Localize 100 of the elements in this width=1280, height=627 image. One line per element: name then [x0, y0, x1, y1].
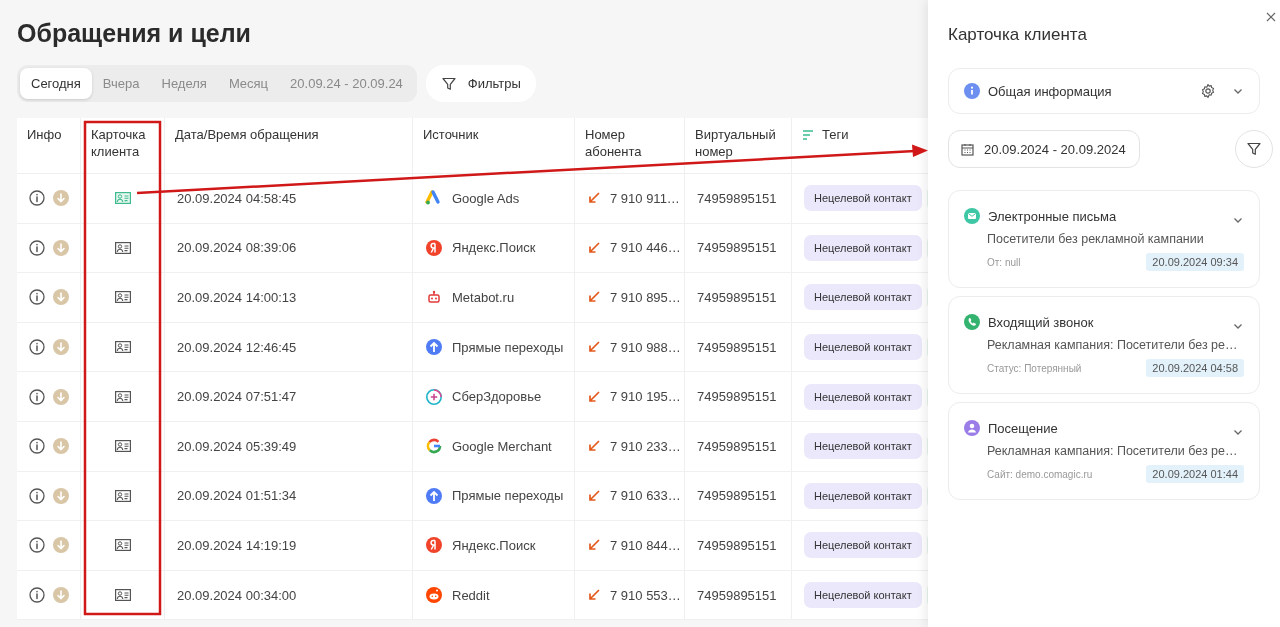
- source-name: СберЗдоровье: [452, 389, 542, 405]
- info-icon[interactable]: [29, 438, 45, 455]
- incoming-call-arrow-icon: [587, 488, 601, 503]
- tag: Нецелевой контакт: [804, 334, 922, 361]
- event-card[interactable]: Посещение Рекламная кампания: Посетители без ре… Сайт: demo.comagic.ru 20.09.2024 01:44: [948, 402, 1260, 500]
- plus-ring-icon: [425, 387, 443, 406]
- info-icon[interactable]: [29, 190, 45, 207]
- column-header: Номер абонента: [585, 126, 643, 160]
- phone-number: 7 910 233…: [610, 438, 681, 454]
- virtual-number: 74959895151: [697, 240, 777, 256]
- virtual-number: 74959895151: [697, 438, 777, 454]
- source-name: Reddit: [452, 587, 490, 603]
- date-time-cell: 20.09.2024 01:51:34: [177, 488, 297, 504]
- column-header: Инфо: [27, 126, 62, 143]
- source-name: Metabot.ru: [452, 290, 515, 305]
- up-arrow-circle-icon: [425, 338, 443, 357]
- tag: Нецелевой контакт: [804, 383, 922, 410]
- event-meta: Сайт: demo.comagic.ru: [987, 468, 1093, 480]
- incoming-call-arrow-icon: [587, 389, 601, 404]
- page-title: Обращения и цели: [17, 18, 251, 49]
- source-name: Яндекс.Поиск: [452, 240, 536, 256]
- client-card-icon[interactable]: [114, 390, 131, 403]
- phone-number: 7 910 911…: [610, 190, 680, 206]
- tag: Нецелевой контакт: [804, 185, 922, 212]
- calendar-icon: [961, 142, 974, 156]
- up-arrow-circle-icon: [425, 486, 443, 505]
- envelope-icon: [964, 208, 980, 224]
- tag: Нецелевой контакт: [804, 234, 922, 261]
- virtual-number: 74959895151: [697, 537, 777, 553]
- client-card-icon[interactable]: [114, 489, 131, 502]
- phone-number: 7 910 633…: [610, 488, 681, 504]
- event-meta: От: null: [987, 256, 1021, 268]
- source-name: Google Ads: [452, 190, 520, 206]
- info-icon[interactable]: [29, 289, 45, 306]
- event-description: Посетители без рекламной кампании: [987, 232, 1205, 246]
- date-time-cell: 20.09.2024 07:51:47: [177, 389, 297, 405]
- info-icon[interactable]: [29, 537, 45, 554]
- incoming-call-arrow-icon: [587, 290, 601, 305]
- event-date: 20.09.2024 01:44: [1146, 465, 1244, 483]
- filter-icon: [1246, 141, 1262, 157]
- event-meta: Статус: Потерянный: [987, 362, 1082, 374]
- client-card-icon[interactable]: [114, 440, 131, 453]
- filter-icon: [440, 75, 457, 92]
- close-button[interactable]: [1264, 10, 1278, 24]
- virtual-number: 74959895151: [697, 339, 777, 355]
- date-time-cell: 20.09.2024 14:00:13: [177, 290, 297, 305]
- info-icon[interactable]: [29, 339, 45, 356]
- column-header: Источник: [423, 126, 479, 143]
- client-card-icon[interactable]: [114, 241, 131, 254]
- date-time-cell: 20.09.2024 00:34:00: [177, 587, 297, 603]
- phone-number: 7 910 844…: [610, 537, 681, 553]
- period-tab[interactable]: Сегодня: [20, 68, 92, 99]
- event-card[interactable]: Электронные письма Посетители без рекламной кампании От: null 20.09.2024 09:34: [948, 190, 1260, 288]
- event-title: Электронные письма: [988, 208, 1118, 224]
- client-card-icon[interactable]: [114, 341, 131, 354]
- client-card-icon[interactable]: [114, 291, 131, 304]
- filter-button[interactable]: [1235, 130, 1273, 168]
- phone-number: 7 910 895…: [610, 290, 681, 305]
- tag: Нецелевой контакт: [804, 532, 922, 559]
- phone-number: 7 910 988…: [610, 339, 681, 355]
- letter-logo-icon: [425, 238, 443, 257]
- client-card-icon[interactable]: [114, 589, 131, 602]
- client-card-icon[interactable]: [114, 539, 131, 552]
- date-range-field[interactable]: 20.09.2024 - 20.09.2024: [948, 130, 1140, 168]
- incoming-call-arrow-icon: [587, 439, 601, 454]
- virtual-number: 74959895151: [697, 587, 777, 603]
- date-time-cell: 20.09.2024 08:39:06: [177, 240, 297, 256]
- phone-icon: [964, 314, 980, 330]
- column-header: Виртуальный номер: [695, 126, 777, 160]
- incoming-call-arrow-icon: [587, 340, 601, 355]
- date-time-cell: 20.09.2024 04:58:45: [177, 190, 297, 206]
- date-time-cell: 20.09.2024 14:19:19: [177, 537, 297, 553]
- settings-icon[interactable]: [1200, 83, 1216, 99]
- alien-face-icon: [425, 586, 443, 605]
- event-date: 20.09.2024 09:34: [1146, 253, 1244, 271]
- date-range-value: 20.09.2024 - 20.09.2024: [984, 141, 1126, 157]
- source-name: Прямые переходы: [452, 488, 564, 504]
- tag: Нецелевой контакт: [804, 284, 922, 311]
- info-icon[interactable]: [29, 587, 45, 604]
- general-info-section[interactable]: Общая информация: [948, 68, 1260, 114]
- event-card[interactable]: Входящий звонок Рекламная кампания: Посетители без ре… Статус: Потерянный 20.09.2024 04:58: [948, 296, 1260, 394]
- multicolor-ring-logo-icon: [425, 437, 443, 456]
- person-icon: [964, 420, 980, 436]
- phone-number: 7 910 195…: [610, 389, 681, 405]
- date-time-cell: 20.09.2024 12:46:45: [177, 339, 297, 355]
- event-date: 20.09.2024 04:58: [1146, 359, 1244, 377]
- date-time-cell: 20.09.2024 05:39:49: [177, 438, 297, 454]
- info-icon[interactable]: [29, 239, 45, 256]
- event-description: Рекламная кампания: Посетители без ре…: [987, 338, 1239, 352]
- event-description: Рекламная кампания: Посетители без ре…: [987, 444, 1239, 458]
- incoming-call-arrow-icon: [587, 588, 601, 603]
- info-icon[interactable]: [29, 487, 45, 504]
- virtual-number: 74959895151: [697, 290, 777, 305]
- panel-title: Карточка клиента: [948, 24, 1088, 44]
- filters-button[interactable]: Фильтры: [425, 65, 536, 102]
- info-icon[interactable]: [29, 388, 45, 405]
- phone-number: 7 910 446…: [610, 240, 681, 256]
- incoming-call-arrow-icon: [587, 538, 601, 553]
- column-header: Теги: [822, 126, 849, 143]
- event-title: Посещение: [988, 420, 1059, 436]
